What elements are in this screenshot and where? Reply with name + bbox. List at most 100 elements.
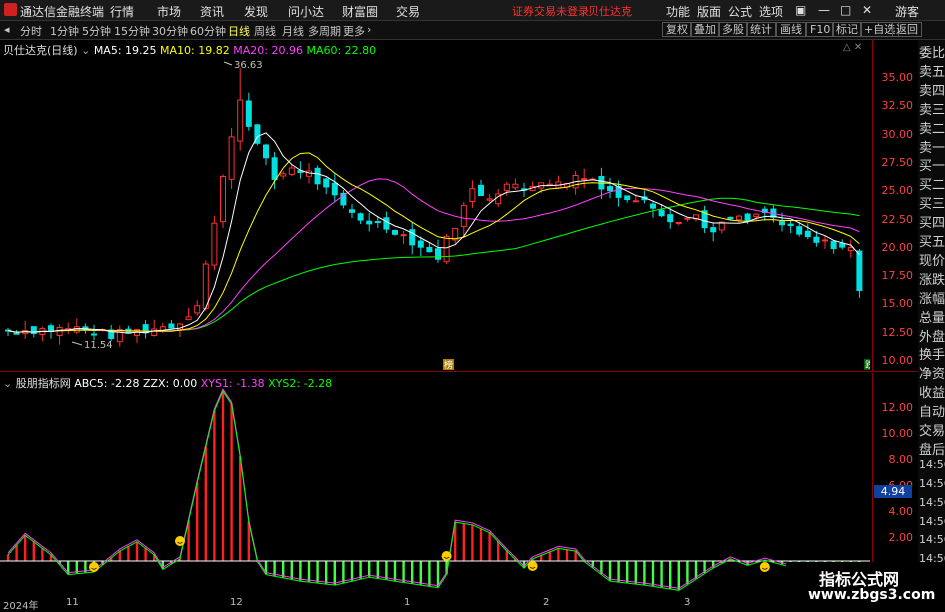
price-tick: 12.50	[881, 326, 914, 339]
candle-body	[796, 226, 803, 235]
f10-button[interactable]: F10	[806, 22, 835, 37]
indicator-bar	[325, 561, 328, 584]
quote-row-label: 外盘	[919, 329, 945, 345]
price-tick: 32.50	[881, 99, 914, 112]
indicator-bar	[196, 482, 199, 561]
indicator-bar	[376, 561, 379, 579]
low-annotation: 11.54	[84, 340, 113, 351]
menu-market[interactable]: 市场	[157, 3, 181, 20]
mark-button[interactable]: 标记	[832, 22, 862, 37]
menu-discover[interactable]: 发现	[244, 3, 268, 20]
menu-quotes[interactable]: 行情	[110, 3, 134, 20]
period-tab-daily[interactable]: 日线	[228, 23, 250, 39]
login-notice[interactable]: 证券交易未登录	[512, 3, 589, 19]
restore-rights-button[interactable]: 复权	[662, 22, 692, 37]
candle-body	[220, 176, 226, 223]
candle-body	[245, 100, 252, 127]
quote-row-label: 交易	[919, 424, 945, 439]
period-tab-30min[interactable]: 30分钟	[152, 23, 188, 39]
indicator-bar	[497, 541, 500, 561]
rise-marker: 榜	[444, 359, 453, 371]
candlestick-chart[interactable]: 36.63 11.54 榜 跌	[0, 40, 870, 371]
quote-row-label: 盘后	[919, 442, 945, 458]
indicator-bar	[402, 561, 405, 582]
menu-function[interactable]: 功能	[666, 3, 690, 20]
quote-row-label: 涨跌	[919, 272, 945, 288]
quote-row-label: 自动	[919, 405, 945, 421]
back-button[interactable]: 返回	[892, 22, 922, 37]
toolbar-arrow-icon[interactable]: ◂	[4, 23, 10, 36]
quote-row-label: 14:56	[919, 457, 945, 471]
date-tick: 3	[684, 597, 691, 608]
restore-icon[interactable]: ▣	[795, 3, 806, 17]
indicator-bar	[350, 561, 354, 581]
menu-trade[interactable]: 交易	[396, 3, 420, 20]
guest-label[interactable]: 游客	[895, 3, 919, 20]
date-tick: 11	[66, 597, 79, 608]
period-tab-1min[interactable]: 1分钟	[50, 23, 79, 39]
candle-body	[650, 203, 656, 209]
quote-row-label: 卖四	[919, 83, 945, 99]
indicator-bar	[479, 528, 483, 561]
candle-body	[856, 250, 863, 291]
menu-wealth-circle[interactable]: 财富圈	[342, 3, 378, 20]
quote-row-label: 收益	[919, 386, 945, 402]
quote-row-label: 买五	[919, 235, 945, 250]
candle-body	[658, 209, 665, 217]
period-tab-multi[interactable]: 多周期	[308, 23, 341, 39]
indicator-bar	[411, 561, 414, 584]
period-tab-monthly[interactable]: 月线	[282, 23, 304, 39]
candle-body	[443, 235, 450, 263]
indicator-bar	[273, 561, 276, 576]
quote-panel[interactable]: 委比 卖五 卖四 卖三 卖二 卖一 买一 买二 买三 买四 买五 现价 涨跌 涨幅 总量 外盘 换手 净资 收益 自动…	[918, 40, 945, 609]
menu-assistant[interactable]: 问小达	[288, 3, 324, 20]
indicator-bar	[471, 524, 474, 561]
indicator-bar	[282, 561, 285, 578]
indicator-bar	[213, 410, 216, 561]
quote-row-label: 买二	[919, 178, 945, 194]
candle-body	[830, 240, 837, 250]
multi-stock-button[interactable]: 多股	[718, 22, 748, 37]
candle-body	[91, 333, 97, 336]
candle-body	[417, 240, 424, 248]
date-tick: 12	[230, 597, 243, 608]
menu-formula[interactable]: 公式	[728, 3, 752, 20]
price-tick: 27.50	[881, 156, 914, 169]
candle-body	[194, 305, 201, 314]
indicator-tick: 4.00	[888, 505, 914, 518]
candle-body	[744, 213, 751, 222]
indicator-bar	[333, 561, 336, 585]
close-icon[interactable]: ✕	[862, 3, 872, 17]
candle-body	[323, 178, 330, 188]
quote-row-label: 委比	[919, 46, 945, 61]
menu-news[interactable]: 资讯	[200, 3, 224, 20]
period-tab-weekly[interactable]: 周线	[254, 23, 276, 39]
draw-line-button[interactable]: 画线	[776, 22, 806, 37]
period-tab-more[interactable]: 更多	[343, 23, 365, 39]
candle-body	[426, 247, 433, 253]
indicator-bar	[608, 561, 612, 581]
period-tab-60min[interactable]: 60分钟	[190, 23, 226, 39]
candle-body	[202, 263, 209, 309]
period-tab-15min[interactable]: 15分钟	[114, 23, 150, 39]
more-chevron-icon[interactable]: ›	[367, 23, 371, 36]
menu-options[interactable]: 选项	[759, 3, 783, 20]
overlay-button[interactable]: 叠加	[690, 22, 720, 37]
candle-body	[357, 213, 364, 221]
minimize-icon[interactable]: —	[818, 3, 830, 17]
stock-link[interactable]: 贝仕达克	[588, 3, 632, 19]
quote-row-label: 涨幅	[919, 291, 945, 307]
panel-divider[interactable]	[0, 371, 918, 372]
period-tab-5min[interactable]: 5分钟	[82, 23, 111, 39]
maximize-icon[interactable]: □	[840, 3, 851, 17]
indicator-bar	[15, 544, 18, 561]
candle-body	[503, 183, 510, 192]
candle-body	[684, 217, 691, 220]
candle-body	[168, 323, 175, 329]
menu-layout[interactable]: 版面	[697, 3, 721, 20]
candle-body	[847, 247, 854, 252]
statistics-button[interactable]: 统计	[746, 22, 776, 37]
period-tab-fenshi[interactable]: 分时	[20, 23, 42, 39]
quote-row-label: 卖一	[919, 140, 945, 156]
indicator-chart[interactable]	[0, 373, 870, 596]
